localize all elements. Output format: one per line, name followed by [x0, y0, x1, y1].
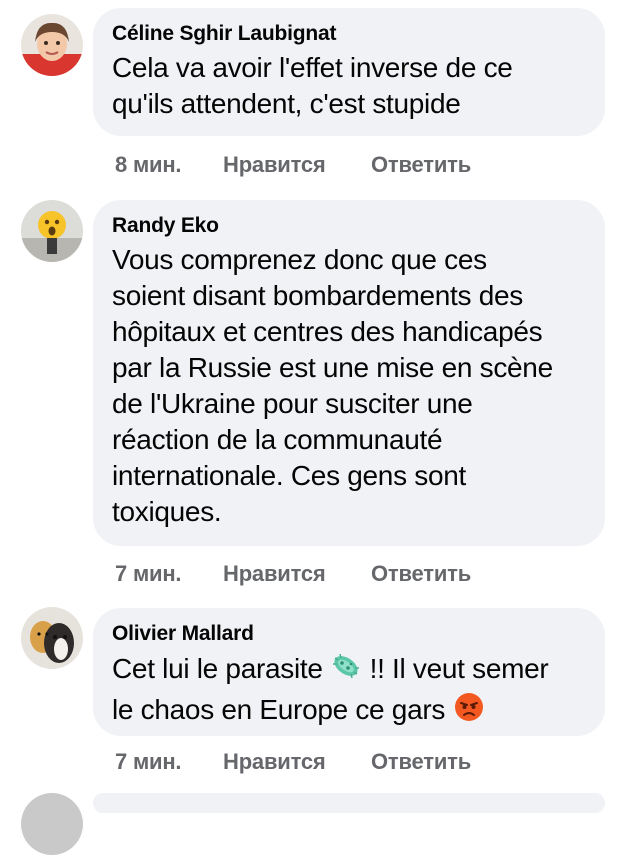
like-button[interactable]: Нравится — [223, 152, 371, 178]
like-button[interactable]: Нравится — [223, 561, 371, 587]
avatar[interactable] — [21, 14, 83, 76]
comment-bubble: Olivier Mallard Cet lui le parasite !! I… — [93, 608, 605, 736]
reply-button[interactable]: Ответить — [371, 749, 471, 775]
reply-button[interactable]: Ответить — [371, 561, 471, 587]
comment-author[interactable]: Randy Eko — [112, 214, 587, 238]
avatar[interactable] — [21, 200, 83, 262]
avatar[interactable] — [21, 793, 83, 855]
avatar[interactable] — [21, 607, 83, 669]
comment-actions: 7 мин. Нравится Ответить — [115, 561, 471, 587]
comment-actions: 8 мин. Нравится Ответить — [115, 152, 471, 178]
comment-bubble — [93, 793, 605, 813]
angry-face-icon — [453, 691, 485, 732]
comment-time[interactable]: 7 мин. — [115, 561, 223, 587]
comment-time[interactable]: 8 мин. — [115, 152, 223, 178]
like-button[interactable]: Нравится — [223, 749, 371, 775]
reply-button[interactable]: Ответить — [371, 152, 471, 178]
comment-text: Vous comprenez donc que ces soient disan… — [112, 244, 553, 527]
comment-bubble: Randy Eko Vous comprenez donc que ces so… — [93, 200, 605, 546]
comment-bubble: Céline Sghir Laubignat Cela va avoir l'e… — [93, 8, 605, 136]
microbe-icon — [330, 650, 362, 691]
comment-actions: 7 мин. Нравится Ответить — [115, 749, 471, 775]
comment-text: Cela va avoir l'effet inverse de ce qu'i… — [112, 52, 513, 119]
comment-author[interactable]: Olivier Mallard — [112, 622, 587, 646]
comment-text: Cet lui le parasite !! Il veut semer le … — [112, 650, 587, 732]
comment-time[interactable]: 7 мин. — [115, 749, 223, 775]
comment-author[interactable]: Céline Sghir Laubignat — [112, 22, 587, 46]
